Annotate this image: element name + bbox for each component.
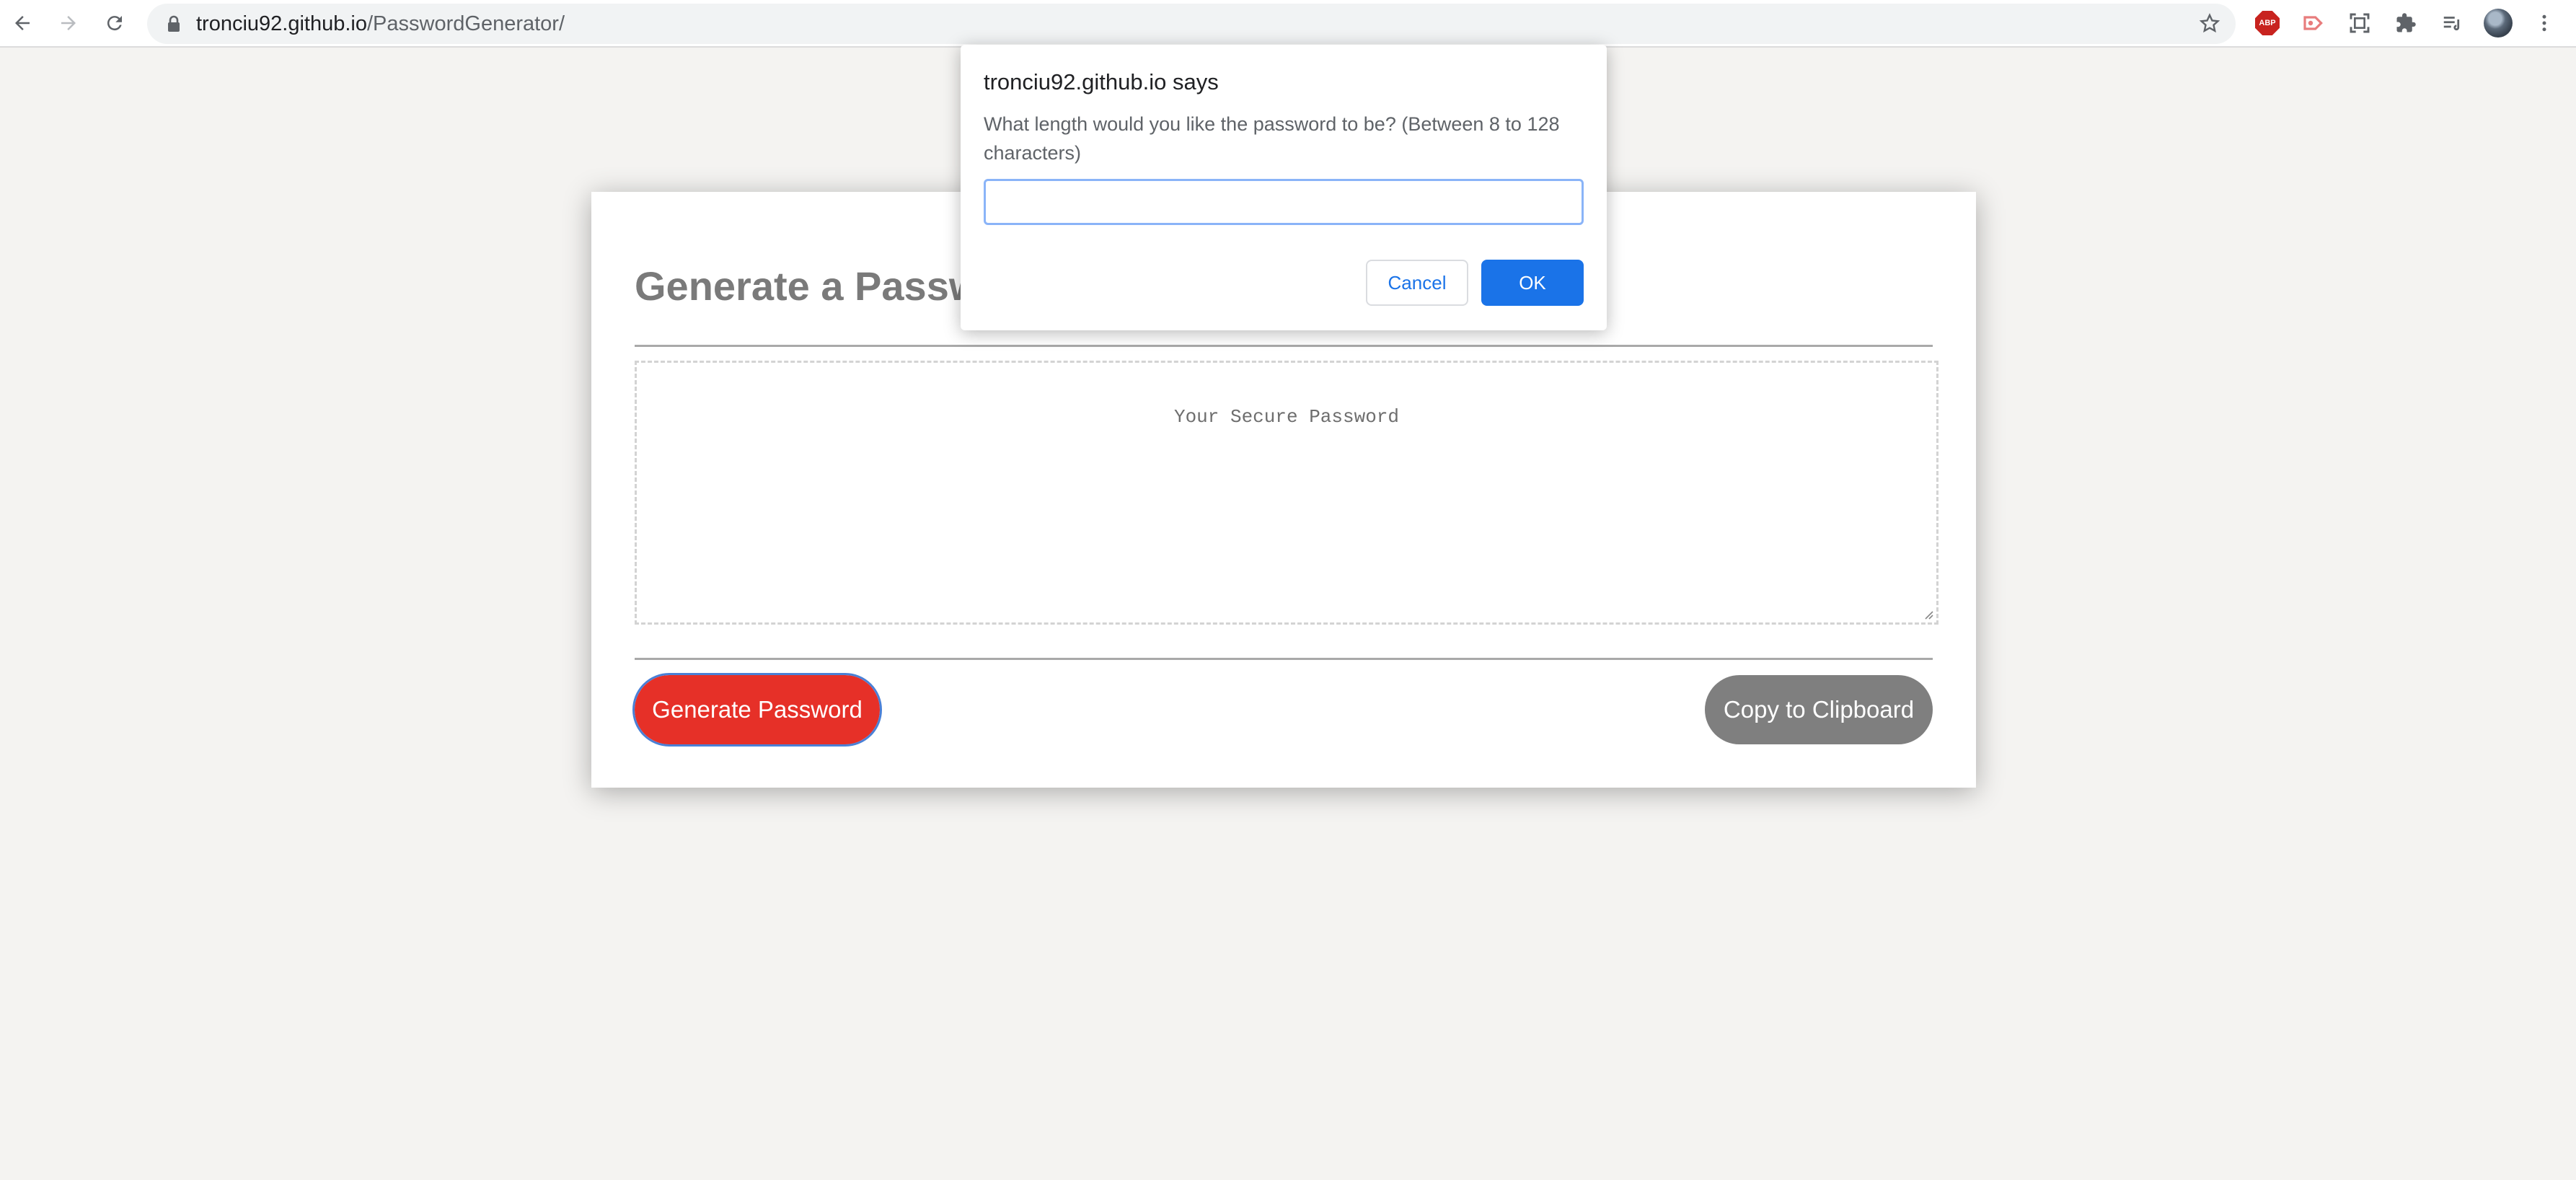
password-textarea[interactable]: Your Secure Password	[635, 361, 1938, 625]
copy-to-clipboard-button[interactable]: Copy to Clipboard	[1705, 675, 1933, 744]
url-text: tronciu92.github.io/PasswordGenerator/	[196, 13, 565, 35]
bookmark-star-icon[interactable]	[2198, 12, 2221, 35]
prompt-dialog: tronciu92.github.io says What length wou…	[961, 45, 1607, 330]
menu-kebab-icon[interactable]	[2530, 9, 2559, 38]
abp-label: ABP	[2255, 11, 2280, 35]
dialog-message: What length would you like the password …	[984, 113, 1560, 164]
back-arrow-icon[interactable]	[6, 6, 39, 40]
lock-icon	[168, 15, 180, 32]
password-placeholder: Your Secure Password	[1173, 406, 1400, 428]
cancel-button[interactable]: Cancel	[1366, 260, 1468, 306]
cast-extension-icon[interactable]	[2299, 9, 2328, 38]
ok-button[interactable]: OK	[1481, 260, 1584, 306]
url-host: tronciu92.github.io	[196, 12, 367, 35]
dialog-title: tronciu92.github.io says	[984, 69, 1219, 94]
address-bar[interactable]: tronciu92.github.io/PasswordGenerator/	[147, 4, 2236, 44]
forward-arrow-icon[interactable]	[52, 6, 85, 40]
password-length-input[interactable]	[984, 179, 1584, 225]
profile-avatar[interactable]	[2484, 9, 2513, 38]
screenshot-icon[interactable]	[2345, 9, 2374, 38]
avatar-image	[2484, 9, 2513, 38]
url-path: /PasswordGenerator/	[367, 12, 565, 35]
reload-icon[interactable]	[98, 6, 131, 40]
extensions-puzzle-icon[interactable]	[2391, 9, 2420, 38]
resize-handle-icon[interactable]	[1922, 608, 1933, 620]
footer-divider	[635, 658, 1933, 660]
browser-toolbar: tronciu92.github.io/PasswordGenerator/ A…	[0, 0, 2576, 48]
generate-password-button[interactable]: Generate Password	[632, 673, 882, 747]
reading-list-icon[interactable]	[2438, 9, 2466, 38]
header-divider	[635, 345, 1933, 347]
adblock-plus-icon[interactable]: ABP	[2253, 9, 2282, 38]
